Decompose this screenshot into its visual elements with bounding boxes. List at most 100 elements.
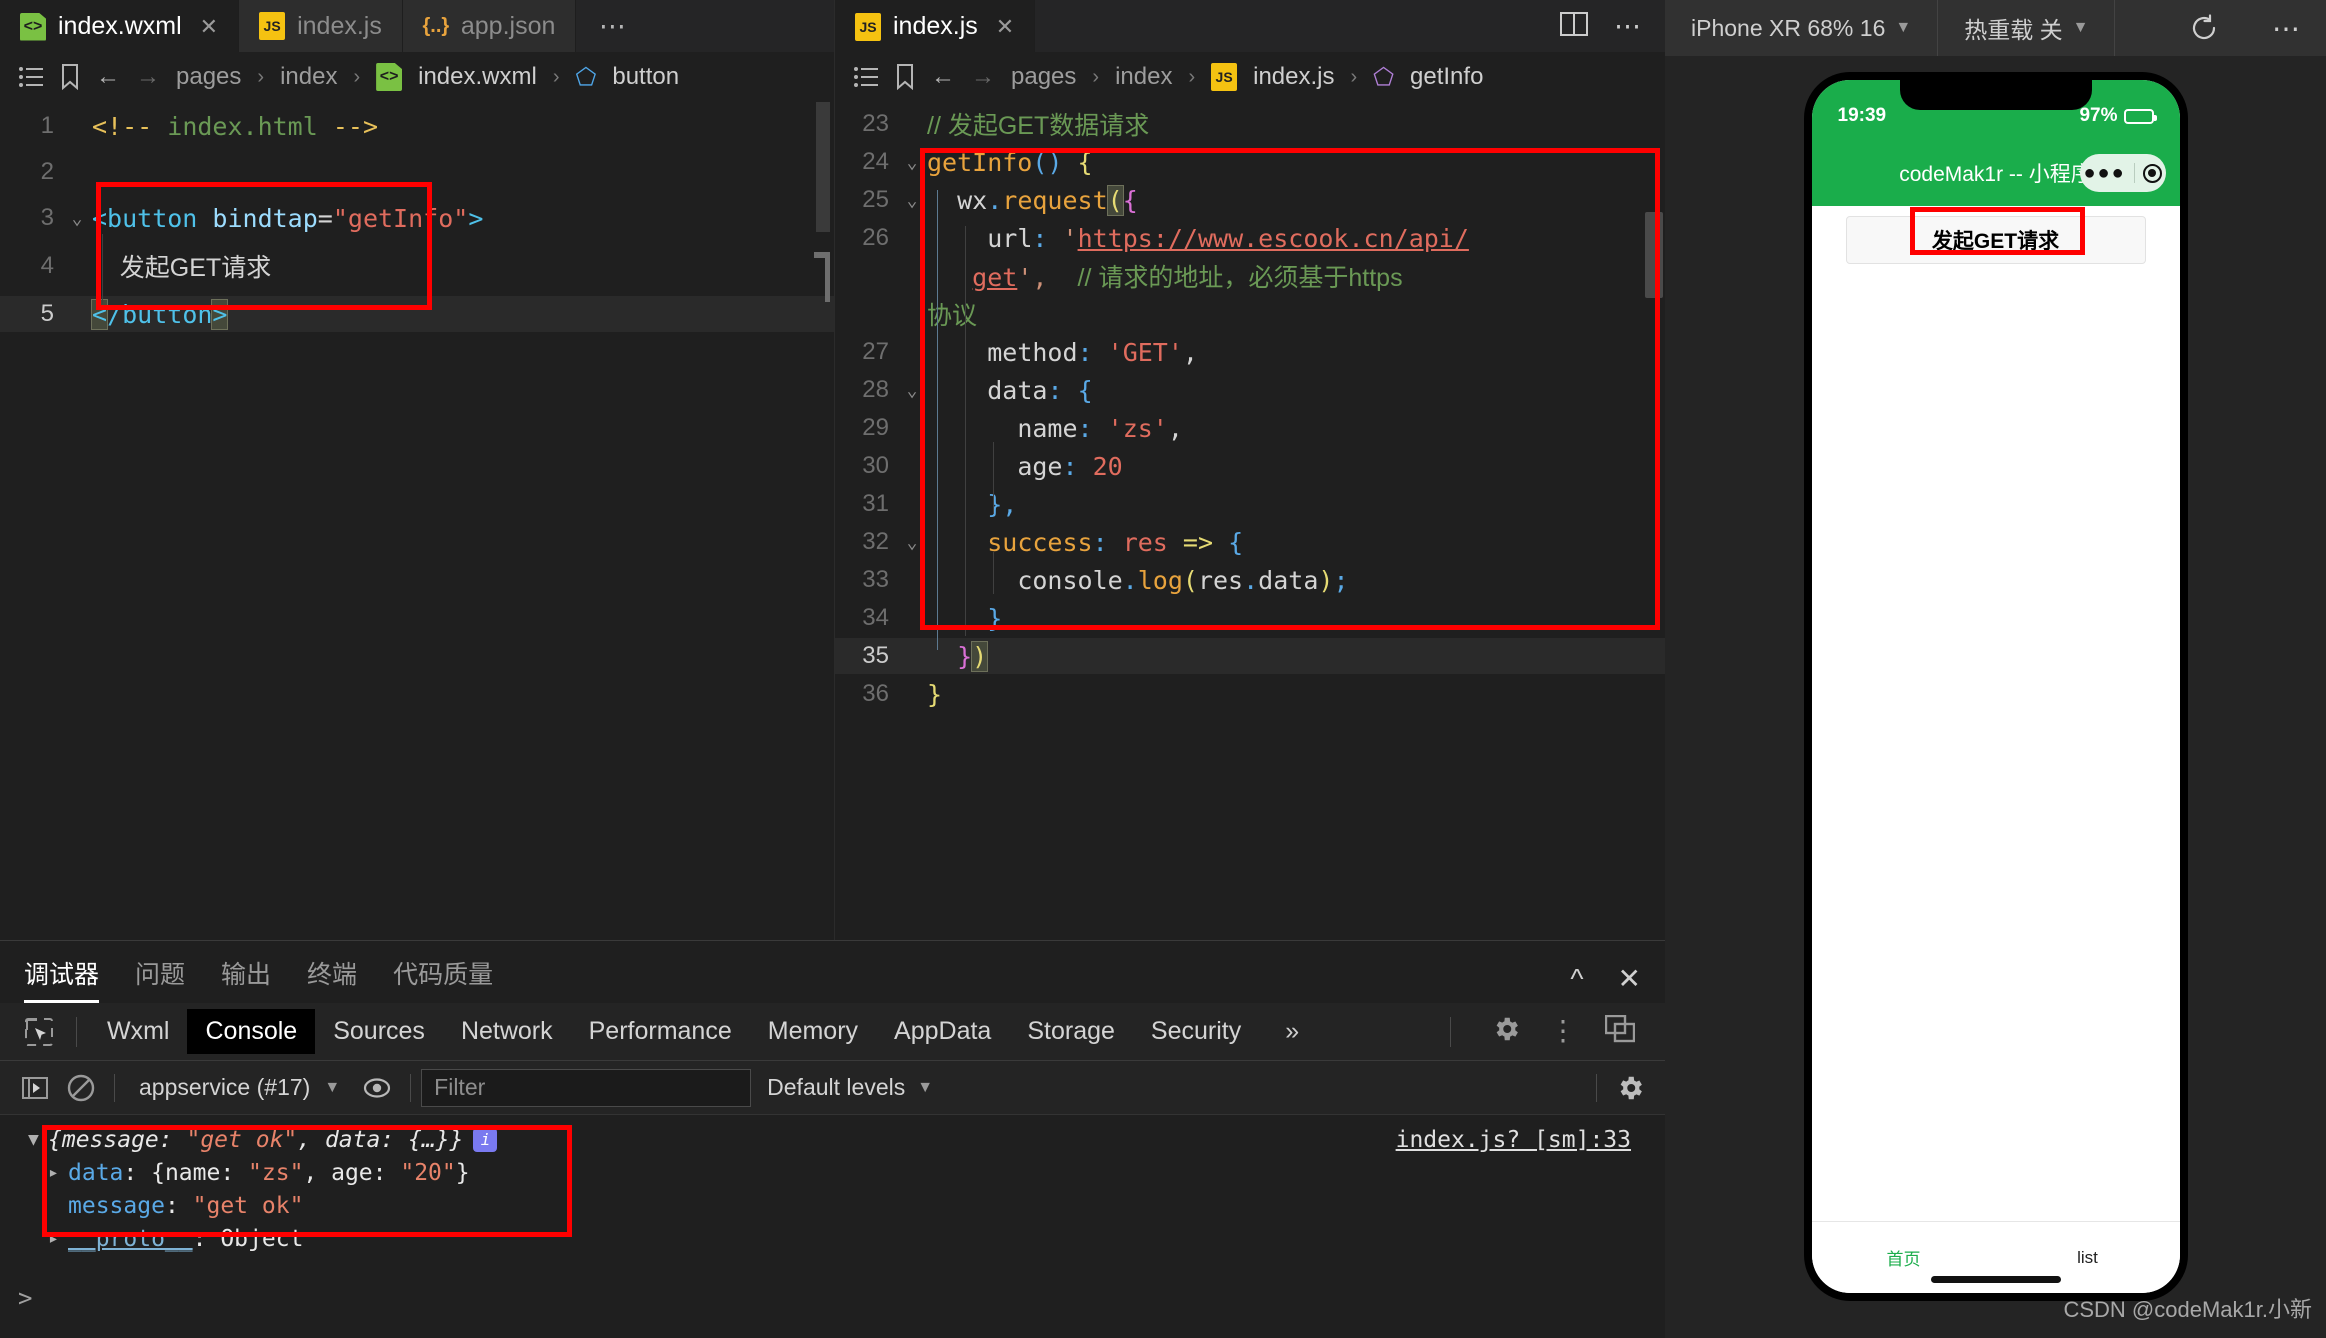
chevron-down-icon: ▼ [917, 1078, 934, 1096]
subtab-sources[interactable]: Sources [315, 1009, 443, 1054]
bookmark-icon[interactable] [895, 64, 915, 90]
code-text: <!-- index.html --> [92, 111, 378, 141]
line-number: 34 [862, 604, 889, 631]
breadcrumb-pages[interactable]: pages [176, 63, 241, 91]
fold-indicator[interactable]: ⌄ [62, 208, 92, 229]
get-request-button[interactable]: 发起GET请求 [1845, 216, 2146, 264]
left-code-area[interactable]: 1 <!-- index.html --> 2 3 ⌄ <button bind… [0, 102, 834, 940]
more-vertical-icon[interactable]: ⋮ [1549, 1017, 1577, 1045]
close-icon[interactable]: ✕ [996, 14, 1014, 40]
tab-label: index.js [297, 11, 382, 40]
code-text: // 发起GET数据请求 [927, 112, 1150, 140]
console-output[interactable]: ▼ {message: "get ok", data: {…}} i ▸ dat… [0, 1115, 1665, 1338]
devtools-header-actions: ^ ✕ [1570, 965, 1641, 1003]
breadcrumb-symbol[interactable]: getInfo [1410, 63, 1483, 91]
tab-index-js-right[interactable]: JS index.js ✕ [835, 0, 1036, 52]
forward-arrow-icon[interactable]: → [971, 63, 995, 91]
breadcrumb-index[interactable]: index [1115, 63, 1172, 91]
panel-tab-terminal[interactable]: 终端 [307, 955, 357, 1003]
fold-indicator[interactable]: ⌄ [897, 380, 927, 401]
expand-arrow-icon[interactable]: ▼ [28, 1129, 48, 1150]
chevron-up-icon[interactable]: ^ [1570, 965, 1583, 993]
tab-index-js[interactable]: JS index.js [239, 0, 403, 52]
subtab-memory[interactable]: Memory [750, 1009, 876, 1054]
console-levels-select[interactable]: Default levels ▼ [751, 1074, 949, 1101]
info-badge[interactable]: i [473, 1127, 498, 1152]
subtab-storage[interactable]: Storage [1009, 1009, 1133, 1054]
refresh-icon[interactable] [2162, 0, 2246, 56]
tabbar-item-list[interactable]: list [1996, 1248, 2180, 1268]
wxml-file-icon: <> [376, 63, 403, 91]
scrollbar-thumb[interactable] [1645, 212, 1663, 298]
settings-gear-icon[interactable] [1607, 1065, 1653, 1111]
panel-tab-debugger[interactable]: 调试器 [24, 955, 100, 1003]
devtools-panel: 调试器 问题 输出 终端 代码质量 ^ ✕ Wxml Console Sourc… [0, 940, 1665, 1338]
breadcrumb-index[interactable]: index [280, 63, 337, 91]
code-line-wrap: 协议 [835, 296, 1665, 332]
line-number: 30 [862, 452, 889, 479]
breadcrumb-pages[interactable]: pages [1011, 63, 1076, 91]
split-editor-icon[interactable] [1560, 11, 1588, 42]
tab-app-json[interactable]: {..} app.json [402, 0, 577, 52]
bookmark-icon[interactable] [60, 64, 80, 90]
tabbar-item-home[interactable]: 首页 [1812, 1245, 1996, 1270]
code-line: 24 ⌄ getInfo() { [835, 144, 1665, 180]
close-icon[interactable]: ✕ [200, 14, 218, 40]
console-log-row[interactable]: ▸ __proto__: Object [0, 1222, 1665, 1255]
more-actions-icon[interactable]: ⋯ [1614, 11, 1641, 42]
outline-icon[interactable] [18, 66, 44, 88]
hot-reload-select[interactable]: 热重载 关 ▼ [1938, 0, 2116, 56]
back-arrow-icon[interactable]: ← [931, 63, 955, 91]
panel-tab-output[interactable]: 输出 [221, 955, 271, 1003]
subtab-wxml[interactable]: Wxml [89, 1009, 187, 1054]
clear-console-icon[interactable] [58, 1065, 104, 1111]
breadcrumb-file[interactable]: index.wxml [418, 63, 537, 91]
code-text: <button bindtap="getInfo"> [92, 203, 484, 233]
console-prompt[interactable]: > [18, 1284, 32, 1312]
tab-overflow-button[interactable]: ⋯ [576, 0, 649, 52]
subtab-console[interactable]: Console [187, 1009, 316, 1054]
left-editor-scrollbar[interactable] [810, 102, 834, 940]
forward-arrow-icon[interactable]: → [136, 63, 160, 91]
settings-gear-icon[interactable] [1491, 1014, 1521, 1049]
line-number: 2 [40, 158, 54, 185]
subtab-performance[interactable]: Performance [571, 1009, 750, 1054]
console-log-row[interactable]: ▸ data: {name: "zs", age: "20"} [0, 1156, 1665, 1189]
code-line: 23 // 发起GET数据请求 [835, 106, 1665, 142]
breadcrumb-symbol[interactable]: button [612, 63, 679, 91]
panel-tab-code-quality[interactable]: 代码质量 [393, 955, 493, 1003]
code-line: 29 name: 'zs', [835, 410, 1665, 446]
console-filter-input[interactable]: Filter [421, 1068, 752, 1107]
right-code-area[interactable]: 23 // 发起GET数据请求 24 ⌄ getInfo() { 25 ⌄ wx… [835, 102, 1665, 940]
expand-arrow-icon[interactable]: ▸ [48, 1228, 68, 1249]
panel-tab-problems[interactable]: 问题 [135, 955, 185, 1003]
subtab-security[interactable]: Security [1133, 1009, 1259, 1054]
capsule-target-icon[interactable] [2142, 163, 2162, 183]
back-arrow-icon[interactable]: ← [96, 63, 120, 91]
right-editor-scrollbar[interactable] [1641, 102, 1665, 940]
subtabs-more-button[interactable]: » [1259, 1009, 1317, 1054]
outline-icon[interactable] [853, 66, 879, 88]
device-select[interactable]: iPhone XR 68% 16 ▼ [1665, 0, 1939, 56]
capsule-more-icon[interactable]: ●●● [2083, 163, 2125, 183]
more-actions-icon[interactable]: ⋯ [2246, 0, 2326, 56]
chevron-down-icon: ▼ [324, 1078, 341, 1096]
tab-index-wxml[interactable]: <> index.wxml ✕ [0, 0, 240, 52]
log-summary-string: "get ok" [186, 1126, 298, 1153]
fold-indicator[interactable]: ⌄ [897, 152, 927, 173]
close-icon[interactable]: ✕ [1618, 965, 1641, 993]
execute-step-icon[interactable] [12, 1065, 58, 1111]
fold-indicator[interactable]: ⌄ [897, 532, 927, 553]
devtools-subtabs: Wxml Console Sources Network Performance… [0, 1003, 1665, 1061]
fold-indicator[interactable]: ⌄ [897, 190, 927, 211]
expand-arrow-icon[interactable]: ▸ [48, 1162, 68, 1183]
console-source-link[interactable]: index.js? [sm]:33 [1396, 1127, 1631, 1153]
subtab-appdata[interactable]: AppData [876, 1009, 1009, 1054]
console-context-select[interactable]: appservice (#17) ▼ [125, 1074, 354, 1101]
dock-panel-icon[interactable] [1604, 1014, 1636, 1048]
inspect-element-icon[interactable] [14, 1017, 64, 1047]
live-expression-icon[interactable] [354, 1065, 400, 1111]
subtab-network[interactable]: Network [443, 1009, 571, 1054]
wechat-capsule[interactable]: ●●● [2079, 154, 2166, 192]
breadcrumb-file[interactable]: index.js [1253, 63, 1334, 91]
